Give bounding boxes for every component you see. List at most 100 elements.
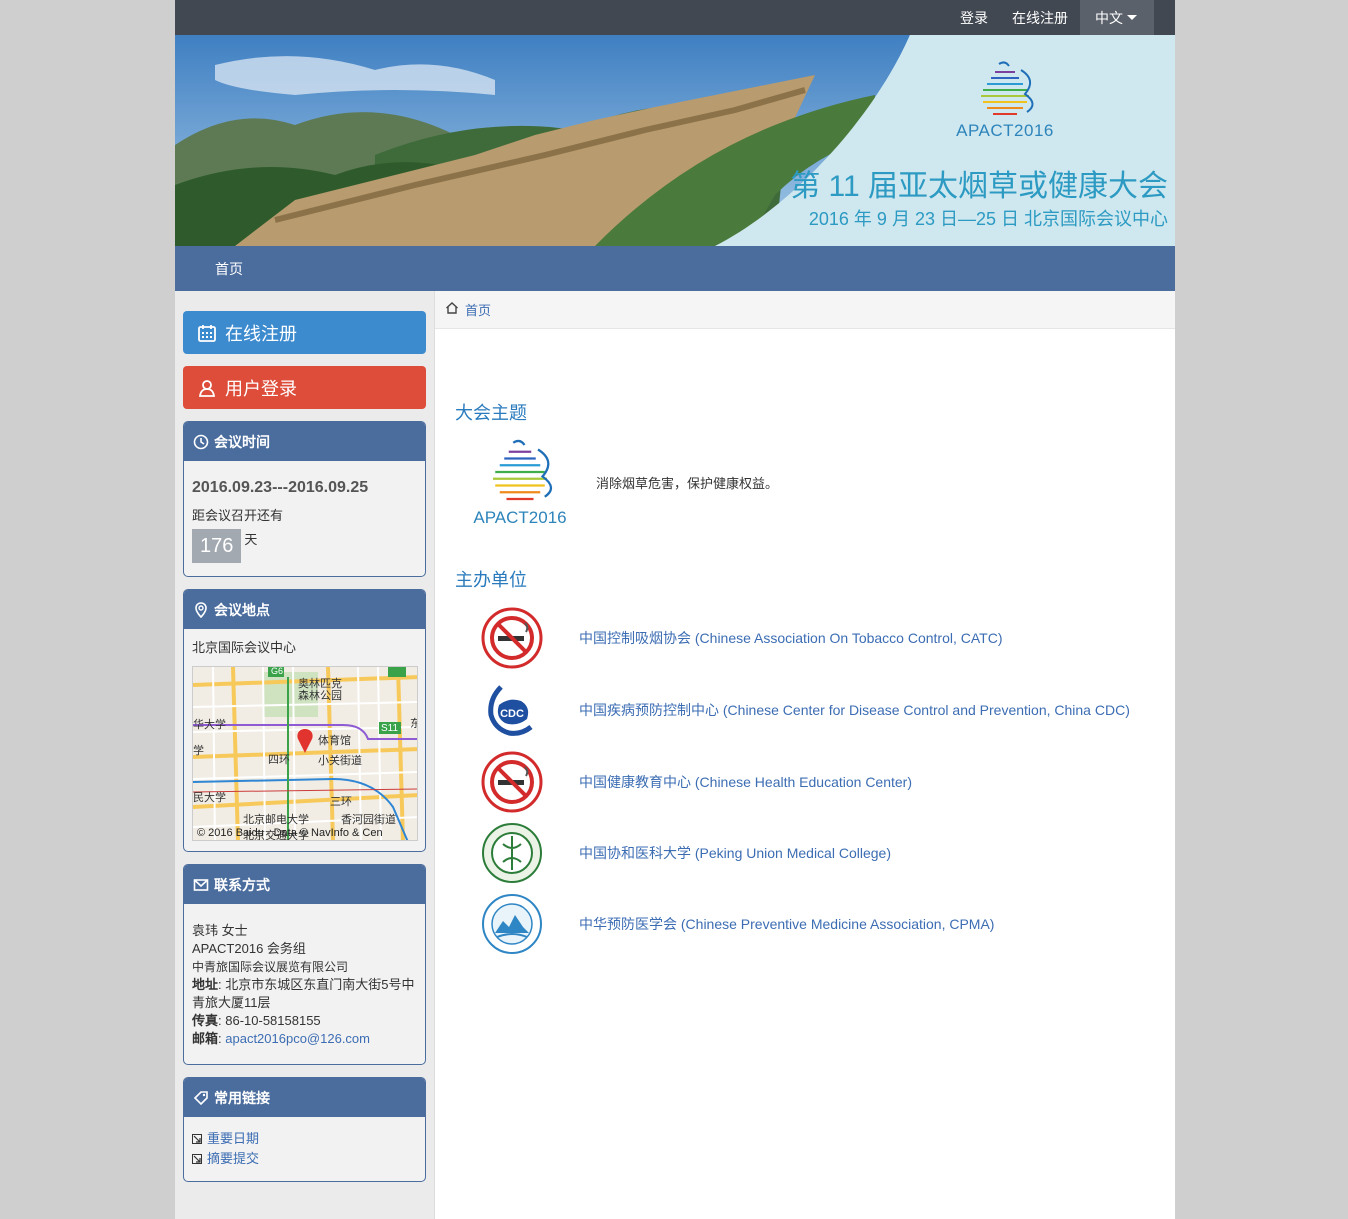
map-label: 香河园街道 bbox=[341, 814, 396, 826]
theme-logo: APACT2016 bbox=[465, 437, 575, 528]
breadcrumb-home[interactable]: 首页 bbox=[465, 300, 491, 319]
contact-address: 地址: 北京市东城区东直门南大街5号中青旅大厦11层 bbox=[192, 976, 417, 1012]
quick-link-label[interactable]: 重要日期 bbox=[207, 1129, 259, 1149]
map-label: 森林公园 bbox=[298, 690, 342, 702]
cpma-seal-icon bbox=[482, 894, 542, 954]
organizer-item: 中华预防医学会 (Chinese Preventive Medicine Ass… bbox=[481, 892, 1175, 956]
quick-link-label[interactable]: 摘要提交 bbox=[207, 1149, 259, 1169]
map-pin-icon bbox=[193, 601, 209, 618]
organizer-name[interactable]: 中国控制吸烟协会 (Chinese Association On Tobacco… bbox=[579, 628, 1144, 648]
contact-name: 袁玮 女士 bbox=[192, 923, 248, 938]
svg-text:CDC: CDC bbox=[500, 708, 524, 720]
theme-section-title: 大会主题 bbox=[455, 403, 527, 423]
countdown-days: 176 bbox=[192, 529, 242, 563]
clock-icon bbox=[193, 434, 209, 450]
contact-group: APACT2016 会务组 bbox=[192, 941, 306, 956]
venue-map[interactable]: 奥林匹克 森林公园 华大学 体育馆 小关街道 四环 S11 三环 民大学 北京邮… bbox=[192, 666, 418, 841]
nav-home[interactable]: 首页 bbox=[215, 259, 243, 279]
map-label: G6 bbox=[271, 666, 284, 676]
map-label: 北京邮电大学 bbox=[243, 814, 309, 826]
organizer-name[interactable]: 中国疾病预防控制中心 (Chinese Center for Disease C… bbox=[579, 700, 1144, 720]
content-area: 在线注册 用户登录 会议时间 2016.09.23---2016.09.25 距… bbox=[175, 291, 1175, 1219]
envelope-icon bbox=[193, 877, 209, 893]
fax-value: : 86-10-58158155 bbox=[218, 1013, 321, 1028]
online-register-button[interactable]: 在线注册 bbox=[183, 311, 426, 354]
contact-header: 联系方式 bbox=[184, 865, 425, 904]
main-content: 首页 大会主题 APACT2016 消除烟草危害，保护健康权益。 主办单位 中国… bbox=[435, 291, 1175, 1219]
map-label: 四环 bbox=[268, 754, 290, 766]
login-link[interactable]: 登录 bbox=[948, 0, 1000, 35]
contact-email: 邮箱: apact2016pco@126.com bbox=[192, 1030, 417, 1048]
language-label: 中文 bbox=[1095, 9, 1123, 26]
sidebar: 在线注册 用户登录 会议时间 2016.09.23---2016.09.25 距… bbox=[175, 291, 435, 1219]
top-bar: 登录 在线注册 中文 bbox=[175, 0, 1175, 35]
meeting-location-body: 北京国际会议中心 奥林匹克 森林公园 华大学 体育馆 小关街道 四环 S11 三… bbox=[184, 629, 425, 851]
tag-icon bbox=[193, 1090, 209, 1106]
apact-logo-icon bbox=[981, 61, 1034, 115]
contact-panel: 联系方式 袁玮 女士 APACT2016 会务组 中青旅国际会议展览有限公司 地… bbox=[183, 864, 426, 1065]
meeting-location-title: 会议地点 bbox=[214, 601, 270, 618]
page: 登录 在线注册 中文 APACT2016 第 11 届亚太烟草或健康大会 201… bbox=[175, 0, 1175, 1219]
email-label: 邮箱 bbox=[192, 1031, 219, 1046]
user-login-label: 用户登录 bbox=[225, 378, 297, 399]
banner-logo: APACT2016 bbox=[955, 60, 1055, 141]
apact-logo-icon bbox=[493, 439, 553, 501]
organizer-name[interactable]: 中国健康教育中心 (Chinese Health Education Cente… bbox=[579, 772, 1144, 792]
quick-links-header: 常用链接 bbox=[184, 1078, 425, 1117]
map-label: 三环 bbox=[330, 796, 352, 808]
caret-down-icon bbox=[1127, 15, 1137, 20]
meeting-time-panel: 会议时间 2016.09.23---2016.09.25 距会议召开还有 176… bbox=[183, 421, 426, 577]
countdown-label: 距会议召开还有 bbox=[192, 508, 284, 523]
no-smoking-icon bbox=[481, 751, 543, 813]
address-value: : 北京市东城区东直门南大街5号中青旅大厦11层 bbox=[192, 977, 415, 1010]
user-icon bbox=[197, 378, 217, 398]
banner-title: 第 11 届亚太烟草或健康大会 bbox=[790, 170, 1168, 203]
meeting-dates: 2016.09.23---2016.09.25 bbox=[192, 479, 369, 496]
language-dropdown[interactable]: 中文 bbox=[1080, 0, 1154, 35]
organizer-item: CDC 中国疾病预防控制中心 (Chinese Center for Disea… bbox=[481, 672, 1175, 748]
theme-text: 消除烟草危害，保护健康权益。 bbox=[596, 476, 779, 491]
calendar-icon bbox=[197, 323, 217, 343]
no-smoking-icon bbox=[481, 607, 543, 669]
countdown-unit: 天 bbox=[244, 532, 258, 547]
banner-subtitle: 2016 年 9 月 23 日—25 日 北京国际会议中心 bbox=[808, 209, 1168, 229]
quick-links-title: 常用链接 bbox=[214, 1089, 270, 1106]
map-label: 东 bbox=[410, 715, 417, 731]
organizer-item: 中国协和医科大学 (Peking Union Medical College) bbox=[481, 821, 1175, 885]
fax-label: 传真 bbox=[192, 1013, 219, 1028]
organizer-name[interactable]: 中华预防医学会 (Chinese Preventive Medicine Ass… bbox=[579, 914, 1144, 934]
external-link-icon bbox=[192, 1154, 202, 1164]
banner-logo-text: APACT2016 bbox=[956, 121, 1054, 140]
map-label: 学 bbox=[193, 745, 204, 757]
home-icon bbox=[445, 301, 459, 318]
online-register-label: 在线注册 bbox=[225, 323, 297, 344]
user-login-button[interactable]: 用户登录 bbox=[183, 366, 426, 409]
map-copyright: © 2016 Baidu - Data © NavInfo & Cen bbox=[197, 827, 383, 839]
organizers-section-title: 主办单位 bbox=[455, 570, 527, 590]
quick-link-abstract-submission[interactable]: 摘要提交 bbox=[192, 1149, 417, 1169]
venue-name: 北京国际会议中心 bbox=[192, 640, 297, 655]
meeting-location-header: 会议地点 bbox=[184, 590, 425, 629]
cdc-logo-icon: CDC bbox=[488, 685, 533, 736]
map-label: 体育馆 bbox=[318, 735, 351, 747]
email-link[interactable]: apact2016pco@126.com bbox=[225, 1031, 370, 1046]
organizers-list: 中国控制吸烟协会 (Chinese Association On Tobacco… bbox=[435, 606, 1175, 956]
theme-row: APACT2016 消除烟草危害，保护健康权益。 bbox=[465, 437, 1175, 528]
quick-link-important-dates[interactable]: 重要日期 bbox=[192, 1129, 417, 1149]
map-label: 小关街道 bbox=[318, 755, 362, 767]
quick-links-panel: 常用链接 重要日期 摘要提交 bbox=[183, 1077, 426, 1182]
register-link[interactable]: 在线注册 bbox=[1000, 0, 1080, 35]
organizer-name[interactable]: 中国协和医科大学 (Peking Union Medical College) bbox=[579, 843, 1144, 863]
main-nav: 首页 bbox=[175, 246, 1175, 291]
meeting-time-body: 2016.09.23---2016.09.25 距会议召开还有 176 天 bbox=[184, 461, 425, 576]
contact-fax: 传真: 86-10-58158155 bbox=[192, 1012, 417, 1030]
meeting-time-header: 会议时间 bbox=[184, 422, 425, 461]
external-link-icon bbox=[192, 1134, 202, 1144]
address-label: 地址 bbox=[192, 977, 219, 992]
map-label: 民大学 bbox=[193, 792, 226, 804]
breadcrumb: 首页 bbox=[435, 291, 1175, 329]
meeting-location-panel: 会议地点 北京国际会议中心 奥林匹克 森林公园 华大学 体育馆 小关街道 四环 … bbox=[183, 589, 426, 852]
contact-title: 联系方式 bbox=[214, 876, 270, 893]
map-label: S11 bbox=[381, 723, 399, 734]
map-label: 华大学 bbox=[193, 719, 226, 731]
